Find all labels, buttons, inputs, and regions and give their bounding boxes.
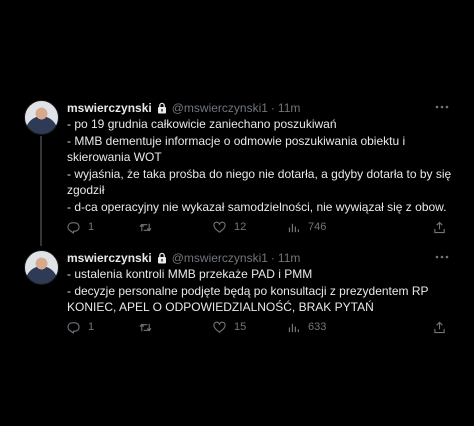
share-button[interactable] — [433, 220, 454, 234]
display-name[interactable]: mswierczynski — [67, 250, 152, 266]
share-icon — [434, 321, 445, 333]
reply-count: 1 — [88, 221, 95, 233]
share-button[interactable] — [433, 320, 454, 334]
handle[interactable]: @mswierczynski1 — [172, 250, 268, 266]
display-name[interactable]: mswierczynski — [67, 100, 152, 116]
views-icon — [288, 323, 299, 332]
avatar[interactable] — [24, 100, 59, 135]
tweet-header: mswierczynski @mswierczynski1 · 11m — [67, 250, 467, 266]
like-icon — [213, 321, 226, 333]
lock-icon — [157, 252, 166, 264]
tweet-text-line: KONIEC, APEL O ODPOWIEDZIALNOŚĆ, BRAK PY… — [67, 300, 374, 314]
thread-line — [40, 136, 42, 246]
tweet-text-line: - po 19 grudnia całkowicie zaniechano po… — [67, 117, 337, 131]
like-button[interactable]: 12 — [213, 220, 246, 234]
tweet-text-line: zgodził — [67, 183, 105, 197]
tweet-text-line: - ustalenia kontroli MMB przekaże PAD i … — [67, 267, 313, 281]
more-icon[interactable] — [434, 252, 450, 262]
separator-dot: · — [270, 101, 275, 115]
tweet-text-line: - wyjaśnia, że taka prośba do niego nie … — [67, 166, 452, 181]
tweet-text: - ustalenia kontroli MMB przekaże PAD i … — [67, 266, 462, 316]
tweet-text: - po 19 grudnia całkowicie zaniechano po… — [67, 116, 462, 215]
reply-button[interactable]: 1 — [67, 220, 94, 234]
retweet-button[interactable] — [139, 320, 160, 334]
lock-icon — [157, 102, 166, 114]
tweet-text-line: skierowania WOT — [67, 150, 162, 164]
like-count: 15 — [234, 321, 247, 333]
tweet-text-line: - d-ca operacyjny nie wykazał samodzieln… — [67, 199, 447, 214]
views-count: 746 — [308, 221, 327, 233]
retweet-icon — [139, 223, 152, 231]
action-bar: 1 15 633 — [67, 320, 467, 334]
reply-button[interactable]: 1 — [67, 320, 94, 334]
avatar[interactable] — [24, 250, 59, 285]
like-icon — [213, 221, 226, 233]
separator-dot: · — [270, 251, 275, 265]
views-count: 633 — [308, 321, 327, 333]
views-button[interactable]: 633 — [287, 320, 326, 334]
reply-count: 1 — [88, 321, 95, 333]
action-bar: 1 12 746 — [67, 220, 467, 234]
reply-icon — [67, 221, 80, 234]
tweet-text-line: - MMB dementuje informacje o odmowie pos… — [67, 133, 406, 148]
more-icon[interactable] — [434, 102, 450, 112]
retweet-icon — [139, 323, 152, 331]
reply-icon — [67, 321, 80, 334]
views-icon — [288, 223, 299, 232]
timestamp[interactable]: 11m — [278, 250, 300, 266]
share-icon — [434, 221, 445, 233]
views-button[interactable]: 746 — [287, 220, 326, 234]
handle[interactable]: @mswierczynski1 — [172, 100, 268, 116]
timestamp[interactable]: 11m — [278, 100, 300, 116]
retweet-button[interactable] — [139, 220, 160, 234]
tweet-header: mswierczynski @mswierczynski1 · 11m — [67, 100, 467, 116]
like-button[interactable]: 15 — [213, 320, 246, 334]
tweet-text-line: - decyzje personalne podjęte będą po kon… — [67, 283, 429, 298]
like-count: 12 — [234, 221, 247, 233]
